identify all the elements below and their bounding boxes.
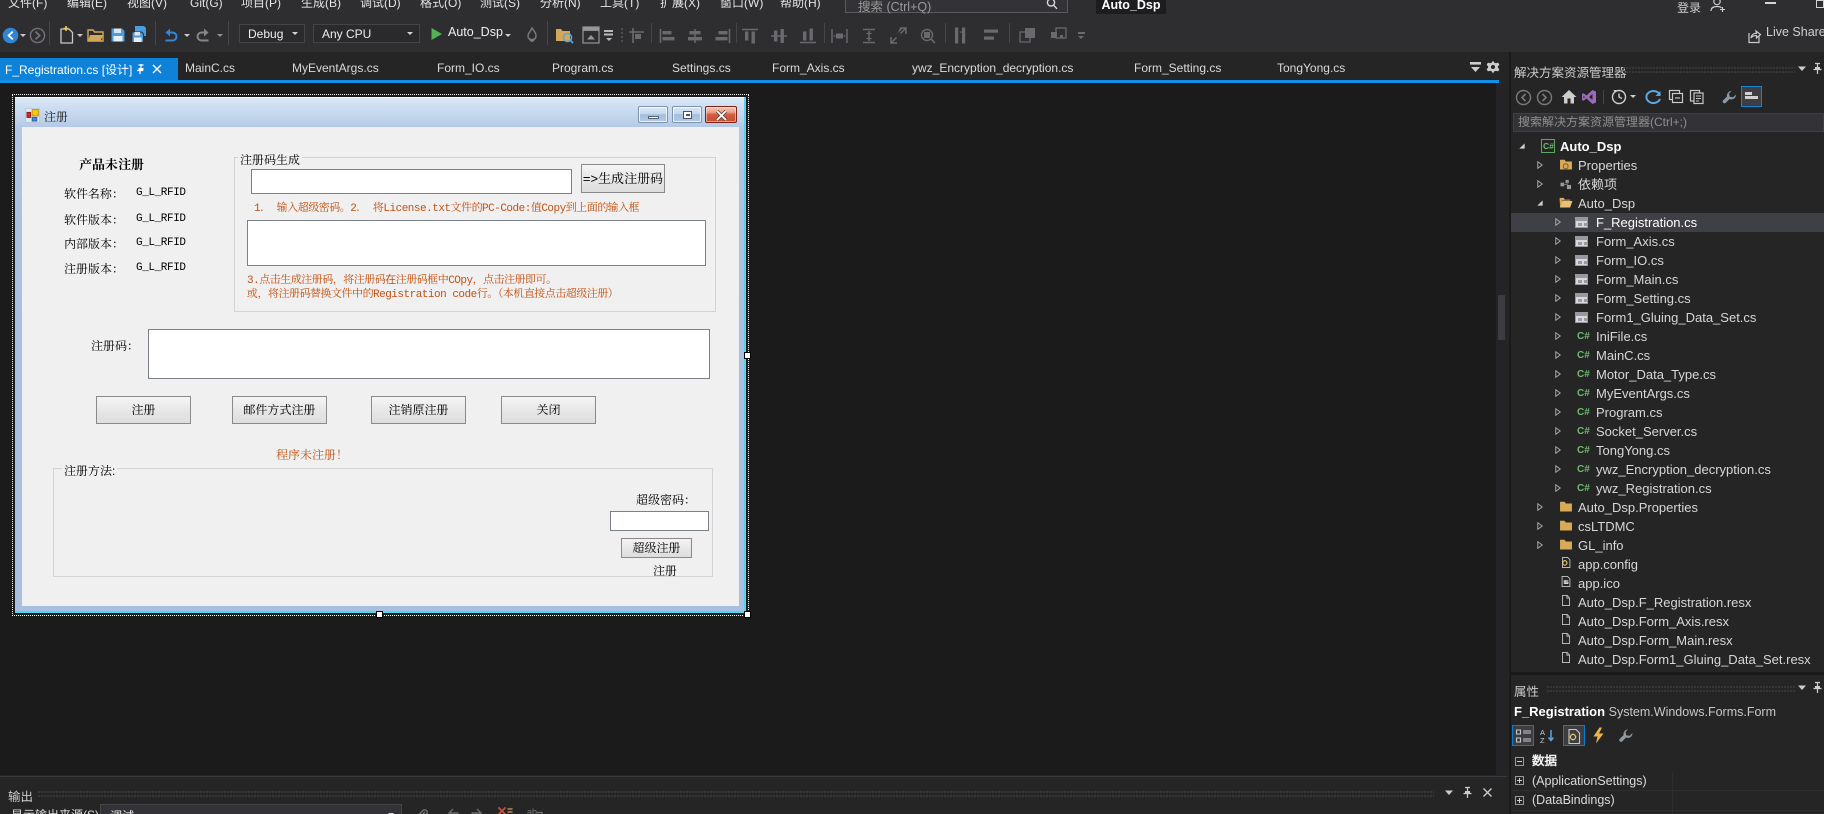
svg-text:Z: Z — [1540, 736, 1545, 744]
svg-text:ab: ab — [527, 807, 537, 814]
